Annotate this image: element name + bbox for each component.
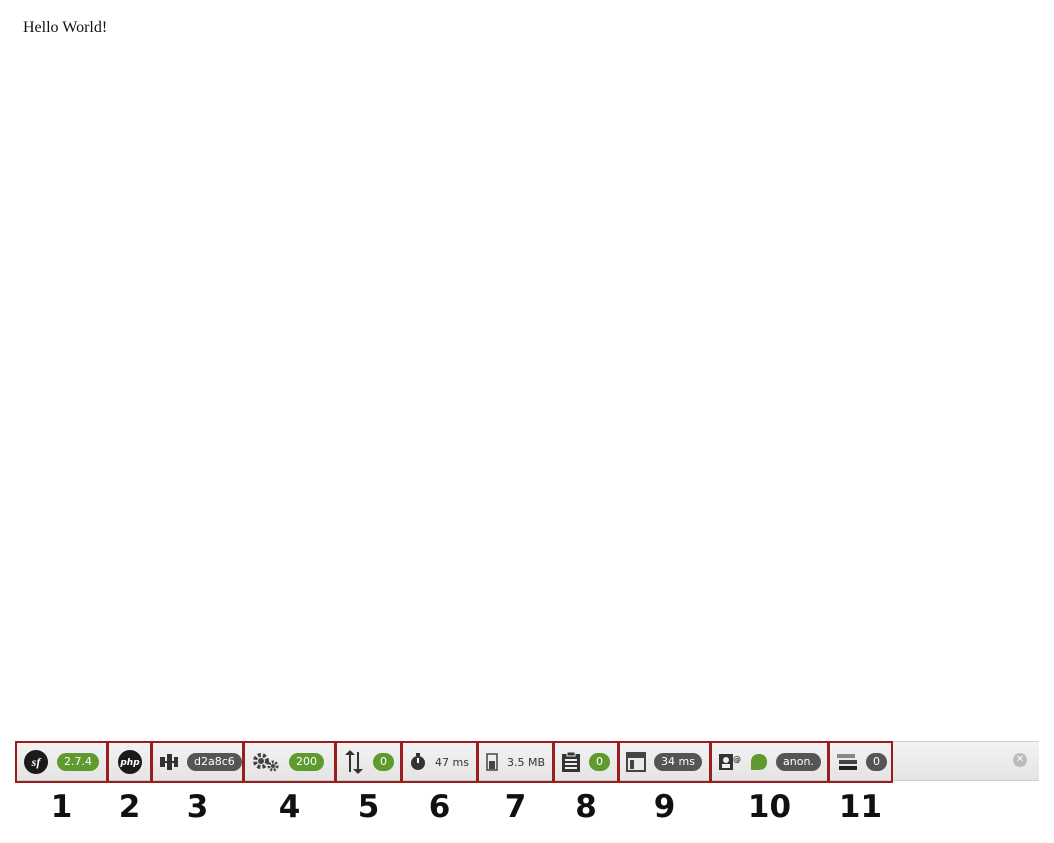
gears-icon [251,751,281,773]
security-user-badge: anon. [776,753,821,771]
annotation-number: 2 [118,789,141,825]
toolbar-security[interactable]: @ anon. [710,741,829,783]
annotation-number: 6 [428,789,451,825]
symfony-logo-icon: sf [23,749,49,775]
toolbar-time[interactable]: 47 ms [401,741,478,783]
annotation-number: 1 [50,789,73,825]
log-count-badge: 0 [589,753,610,771]
status-code-badge: 200 [289,753,324,771]
toolbar-symfony-version[interactable]: sf 2.7.4 [15,741,108,783]
ajax-count-badge: 0 [373,753,394,771]
ajax-arrows-icon [343,750,365,774]
twig-template-icon [626,752,646,772]
annotation-number: 4 [278,789,301,825]
annotation-number: 3 [186,789,209,825]
svg-text:@: @ [733,755,741,764]
svg-text:sf: sf [31,755,42,769]
database-stack-icon [836,753,858,771]
annotation-number: 5 [357,789,380,825]
clipboard-log-icon [561,751,581,773]
route-controller-icon [159,753,179,771]
toolbar-memory[interactable]: 3.5 MB [477,741,554,783]
auth-status-indicator-icon [750,753,768,771]
db-query-count-badge: 0 [866,753,887,771]
svg-text:php: php [119,758,140,768]
timer-icon [409,753,427,771]
php-logo-icon: php [117,749,143,775]
twig-time-badge: 34 ms [654,753,702,771]
request-token-badge: d2a8c6 [187,753,242,771]
request-time-value: 47 ms [435,755,469,769]
user-card-icon: @ [718,752,742,772]
memory-usage-value: 3.5 MB [507,755,546,769]
annotation-number: 9 [653,789,676,825]
toolbar-request[interactable]: d2a8c6 [151,741,244,783]
toolbar-twig[interactable]: 34 ms [618,741,711,783]
toolbar-status[interactable]: 200 [243,741,336,783]
annotation-number: 10 [747,789,792,825]
annotation-number: 8 [575,789,597,825]
page-body-text: Hello World! [23,19,108,36]
toolbar-logs[interactable]: 0 [553,741,619,783]
toolbar-ajax[interactable]: 0 [335,741,402,783]
toolbar-php[interactable]: php [107,741,152,783]
annotation-number: 11 [838,789,883,825]
toolbar-database[interactable]: 0 [828,741,893,783]
close-icon[interactable]: ✕ [1013,753,1027,767]
annotation-number: 7 [504,789,527,825]
symfony-version-badge: 2.7.4 [57,753,99,771]
memory-icon [485,753,499,771]
